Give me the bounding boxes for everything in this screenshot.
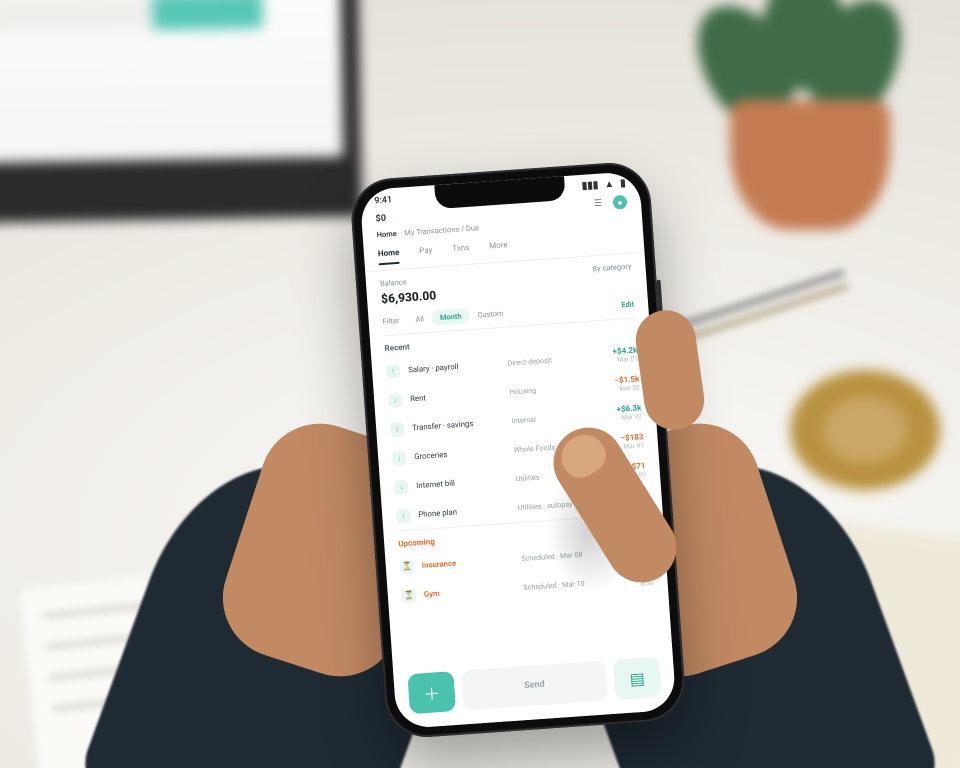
photo-scene: 9:41 ▮▮▮ ▲ ▮ $0 ☰ ● — [0, 0, 960, 768]
summary-label: Balance — [380, 277, 407, 288]
send-button[interactable]: Send — [461, 660, 607, 710]
monitor-progressbar-blur — [0, 0, 263, 33]
gold-trinket-dish — [790, 370, 940, 490]
txn-amount: +$4.2kMar 01 — [584, 345, 639, 366]
txn-arrow-icon: ↕ — [390, 421, 405, 436]
tab-more[interactable]: More — [489, 236, 509, 256]
txn-amount: −$1.5kMar 02 — [586, 374, 641, 395]
card-icon: ▤ — [629, 668, 645, 688]
wifi-icon: ▲ — [604, 179, 615, 191]
avatar-icon[interactable]: ● — [612, 195, 627, 210]
add-button[interactable]: ＋ — [407, 671, 456, 714]
txn-meta: Scheduled · Mar 10 — [523, 578, 592, 592]
txn-name: Salary · payroll — [408, 359, 500, 374]
phone-screen: 9:41 ▮▮▮ ▲ ▮ $0 ☰ ● — [360, 171, 677, 729]
txn-sub: Mar 02 — [588, 412, 642, 424]
smartphone: 9:41 ▮▮▮ ▲ ▮ $0 ☰ ● — [349, 160, 687, 740]
txn-arrow-icon: ↑ — [386, 364, 401, 379]
txn-meta: Internal — [511, 412, 580, 426]
txn-name: Internet bill — [416, 475, 508, 490]
txn-meta: Housing — [509, 383, 578, 397]
txn-name: Insurance — [422, 555, 514, 570]
breadcrumb-root[interactable]: Home — [376, 229, 397, 239]
phone-body: 9:41 ▮▮▮ ▲ ▮ $0 ☰ ● — [349, 160, 687, 740]
txn-amount: +$6.3kMar 02 — [588, 403, 643, 424]
filter-custom[interactable]: Custom — [469, 305, 512, 323]
txn-arrow-icon: ↓ — [392, 450, 407, 465]
filter-label: Filter — [382, 316, 399, 326]
txn-sub: Mar 01 — [584, 354, 638, 366]
status-time: 9:41 — [374, 195, 393, 206]
txn-name: Gym — [424, 584, 516, 599]
signal-icon: ▮▮▮ — [581, 180, 598, 192]
txn-name: Groceries — [414, 446, 506, 461]
bell-icon[interactable]: ☰ — [591, 196, 606, 211]
tab-pay[interactable]: Pay — [419, 242, 433, 262]
txn-name: Rent — [410, 388, 502, 403]
tab-home[interactable]: Home — [377, 244, 400, 264]
header-balance-small: $0 — [375, 214, 386, 225]
edit-link[interactable]: Edit — [621, 300, 634, 310]
card-button[interactable]: ▤ — [613, 657, 662, 700]
summary-right[interactable]: By category — [592, 262, 632, 274]
breadcrumb-current: My Transactions / Due — [404, 223, 479, 237]
txn-meta: Direct deposit — [507, 354, 576, 368]
txn-name: Transfer · savings — [412, 417, 504, 432]
finance-app: 9:41 ▮▮▮ ▲ ▮ $0 ☰ ● — [360, 171, 677, 729]
txn-name: Phone plan — [418, 504, 510, 519]
tab-txns[interactable]: Txns — [452, 239, 470, 259]
txn-arrow-icon: ↓ — [394, 479, 409, 494]
txn-meta: Scheduled · Mar 08 — [521, 549, 590, 563]
battery-icon: ▮ — [620, 178, 626, 189]
filter-all[interactable]: All — [407, 311, 433, 328]
txn-arrow-icon: ⏳ — [401, 588, 416, 603]
hands-holding-phone: 9:41 ▮▮▮ ▲ ▮ $0 ☰ ● — [250, 170, 770, 768]
plus-icon: ＋ — [423, 680, 441, 705]
txn-sub: Mar 02 — [586, 383, 640, 395]
txn-arrow-icon: ↓ — [388, 392, 403, 407]
txn-arrow-icon: ⏳ — [399, 559, 414, 574]
filter-month[interactable]: Month — [431, 308, 470, 326]
txn-arrow-icon: ↓ — [396, 508, 411, 523]
bottom-bar: ＋ Send ▤ — [393, 646, 677, 729]
